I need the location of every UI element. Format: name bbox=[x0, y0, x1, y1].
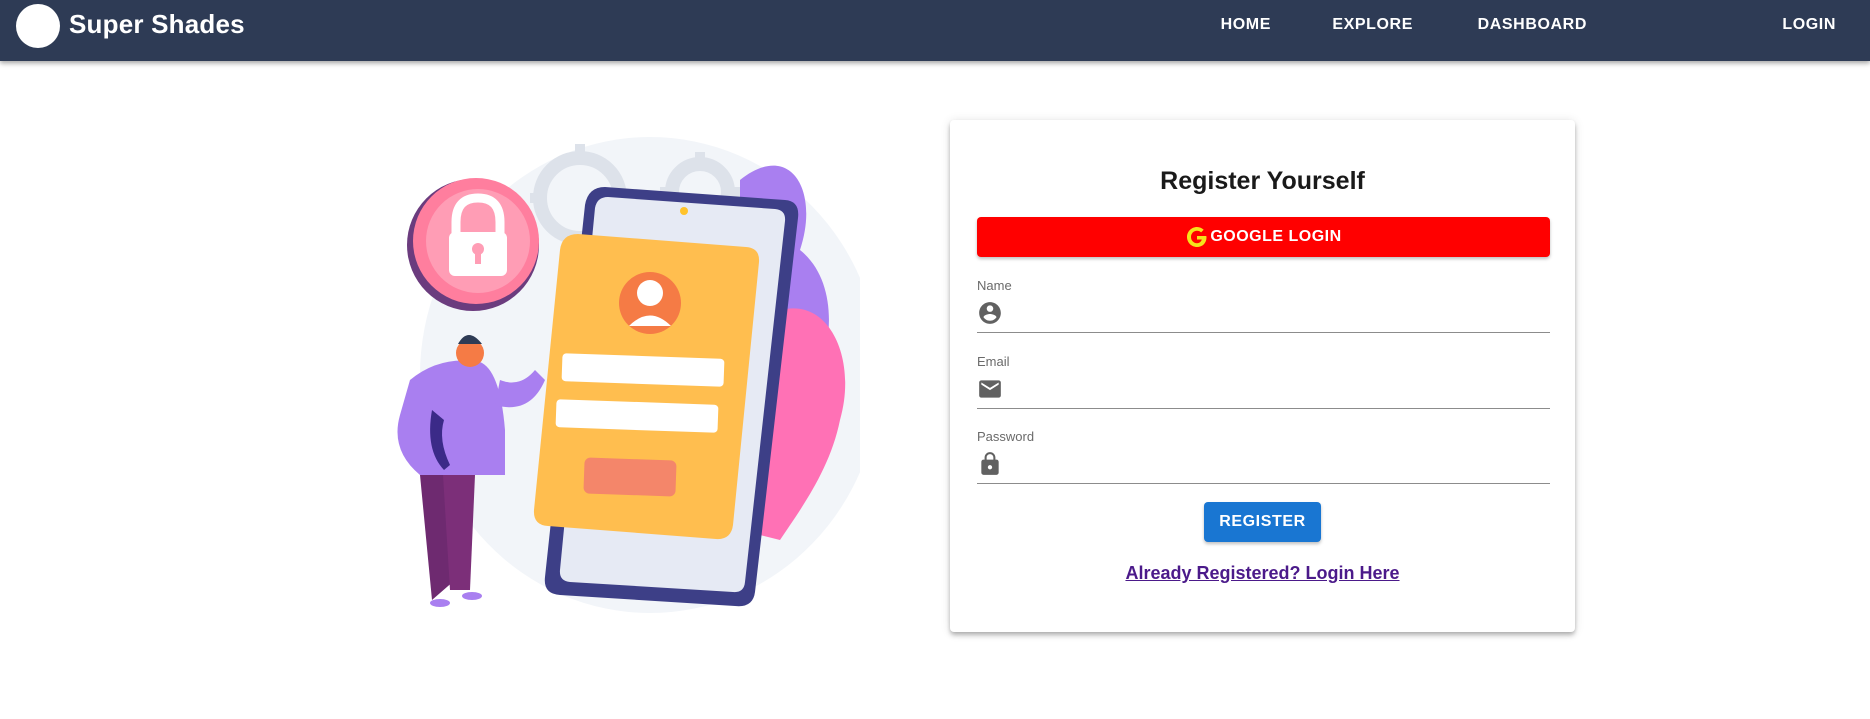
email-underline bbox=[977, 408, 1550, 409]
account-circle-icon bbox=[979, 302, 1001, 324]
nav-dashboard-link[interactable]: DASHBOARD bbox=[1478, 16, 1587, 34]
lock-badge-icon bbox=[407, 178, 539, 311]
name-input[interactable] bbox=[1015, 298, 1549, 330]
password-input[interactable] bbox=[1015, 449, 1549, 481]
email-field: Email bbox=[977, 354, 1550, 414]
brand-name[interactable]: Super Shades bbox=[69, 9, 245, 40]
register-illustration bbox=[397, 137, 860, 613]
google-login-label: GOOGLE LOGIN bbox=[1210, 228, 1342, 245]
brand-logo[interactable] bbox=[16, 4, 60, 48]
email-label: Email bbox=[977, 354, 1010, 369]
nav-home-link[interactable]: HOME bbox=[1221, 16, 1271, 34]
register-card: Register Yourself GOOGLE LOGIN Name Emai… bbox=[950, 120, 1575, 632]
page-title: Register Yourself bbox=[1160, 167, 1365, 195]
lock-icon bbox=[981, 452, 999, 475]
app-bar: Super Shades HOME DASHBOARD EXPLORE LOGI… bbox=[0, 0, 1870, 61]
mail-icon bbox=[979, 380, 1001, 398]
name-label: Name bbox=[977, 278, 1012, 293]
register-button[interactable]: REGISTER bbox=[1204, 502, 1321, 542]
name-field: Name bbox=[977, 278, 1550, 338]
name-underline bbox=[977, 332, 1550, 333]
password-field: Password bbox=[977, 429, 1550, 489]
google-login-button[interactable]: GOOGLE LOGIN bbox=[977, 217, 1550, 257]
nav-login-link[interactable]: LOGIN bbox=[1782, 16, 1836, 34]
password-label: Password bbox=[977, 429, 1035, 444]
password-underline bbox=[977, 483, 1550, 484]
login-here-link[interactable]: Already Registered? Login Here bbox=[950, 563, 1575, 584]
nav-explore-link[interactable]: EXPLORE bbox=[1332, 16, 1413, 34]
google-g-icon bbox=[1187, 227, 1207, 247]
email-input[interactable] bbox=[1015, 374, 1549, 406]
